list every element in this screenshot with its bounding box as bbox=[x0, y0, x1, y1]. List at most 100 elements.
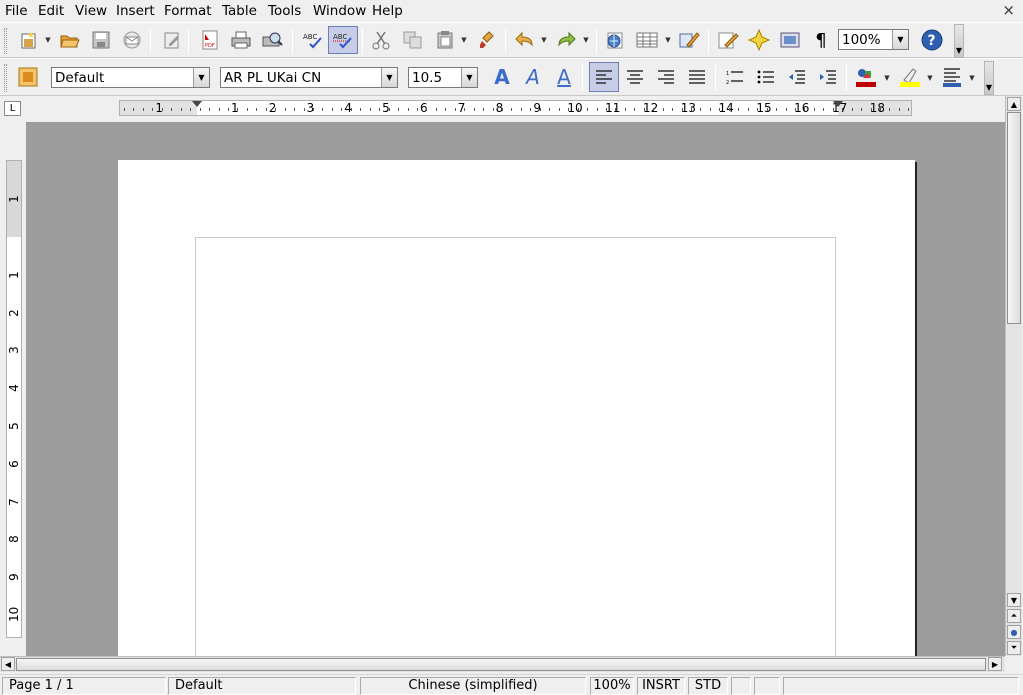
vertical-scrollbar[interactable]: ▲ ▼ ⏶ ● ⏷ bbox=[1005, 96, 1022, 656]
align-left-icon[interactable] bbox=[589, 62, 619, 92]
align-right-icon[interactable] bbox=[653, 64, 679, 90]
font-name-combo[interactable]: AR PL UKai CN ▼ bbox=[220, 67, 398, 88]
table-icon[interactable] bbox=[634, 27, 660, 53]
new-dropdown-icon[interactable]: ▼ bbox=[44, 30, 52, 50]
indent-marker-icon[interactable] bbox=[192, 101, 202, 107]
scroll-down-icon[interactable]: ▼ bbox=[1007, 593, 1021, 607]
ruler-tick bbox=[832, 108, 834, 111]
undo-dropdown-icon[interactable]: ▼ bbox=[540, 30, 548, 50]
font-name-dropdown-icon[interactable]: ▼ bbox=[381, 68, 397, 87]
font-size-dropdown-icon[interactable]: ▼ bbox=[461, 68, 477, 87]
background-color-icon[interactable] bbox=[939, 64, 965, 90]
font-color-icon[interactable] bbox=[853, 64, 879, 90]
open-icon[interactable] bbox=[57, 27, 83, 53]
paste-dropdown-icon[interactable]: ▼ bbox=[460, 30, 468, 50]
menu-edit[interactable]: Edit bbox=[38, 3, 64, 19]
bullets-icon[interactable] bbox=[753, 64, 779, 90]
ruler-number: 10 bbox=[567, 101, 583, 115]
paste-icon[interactable] bbox=[432, 27, 458, 53]
zoom-combo[interactable]: 100% ▼ bbox=[838, 29, 909, 50]
status-insert-mode[interactable]: INSRT bbox=[637, 677, 685, 695]
increase-indent-icon[interactable] bbox=[815, 64, 841, 90]
highlighting-icon[interactable] bbox=[897, 64, 923, 90]
status-zoom[interactable]: 100% bbox=[590, 677, 634, 695]
zoom-dropdown-icon[interactable]: ▼ bbox=[892, 30, 908, 49]
save-icon[interactable] bbox=[88, 27, 114, 53]
navigator-icon[interactable] bbox=[746, 27, 772, 53]
horizontal-scrollbar[interactable]: ◀ ▶ bbox=[0, 656, 1005, 672]
tab-stop-type-icon[interactable]: L bbox=[4, 101, 21, 116]
page-preview-icon[interactable] bbox=[259, 27, 285, 53]
status-page-style[interactable]: Default bbox=[168, 677, 356, 695]
spellcheck-icon[interactable]: ABC bbox=[300, 27, 326, 53]
next-page-icon[interactable]: ⏷ bbox=[1007, 641, 1021, 655]
export-pdf-icon[interactable]: PDF bbox=[197, 27, 223, 53]
menu-insert[interactable]: Insert bbox=[116, 3, 155, 19]
vertical-scroll-thumb[interactable] bbox=[1007, 112, 1021, 324]
status-digital-signature[interactable] bbox=[754, 677, 780, 695]
text-area[interactable] bbox=[195, 237, 836, 656]
formatting-toolbar: Default ▼ AR PL UKai CN ▼ 10.5 ▼ A A A 1… bbox=[0, 58, 1023, 96]
indent-marker-icon[interactable] bbox=[833, 101, 843, 107]
horizontal-ruler[interactable]: 1 1 2 3 4 5 6 7 8 9 10 11 12 13 14 15 16 17 18 bbox=[119, 100, 912, 116]
scroll-right-icon[interactable]: ▶ bbox=[988, 657, 1002, 671]
highlighting-dropdown-icon[interactable]: ▼ bbox=[926, 68, 934, 88]
toolbar-overflow-icon[interactable]: ▼ bbox=[984, 61, 994, 95]
font-size-combo[interactable]: 10.5 ▼ bbox=[408, 67, 478, 88]
decrease-indent-icon[interactable] bbox=[784, 64, 810, 90]
copy-icon[interactable] bbox=[400, 27, 426, 53]
redo-dropdown-icon[interactable]: ▼ bbox=[582, 30, 590, 50]
print-icon[interactable] bbox=[228, 27, 254, 53]
align-center-icon[interactable] bbox=[622, 64, 648, 90]
new-icon[interactable] bbox=[16, 27, 42, 53]
redo-icon[interactable] bbox=[553, 27, 579, 53]
format-paintbrush-icon[interactable] bbox=[474, 27, 500, 53]
edit-file-icon[interactable] bbox=[159, 27, 185, 53]
menu-file[interactable]: File bbox=[5, 3, 28, 19]
cut-icon[interactable] bbox=[368, 27, 394, 53]
numbering-icon[interactable]: 12 bbox=[722, 64, 748, 90]
italic-icon[interactable]: A bbox=[520, 64, 546, 90]
menu-view[interactable]: View bbox=[75, 3, 107, 19]
hyperlink-icon[interactable] bbox=[603, 27, 629, 53]
background-color-dropdown-icon[interactable]: ▼ bbox=[968, 68, 976, 88]
toolbar-grip[interactable] bbox=[4, 28, 7, 54]
gallery-icon[interactable] bbox=[777, 27, 803, 53]
document-page[interactable] bbox=[118, 160, 915, 656]
vertical-ruler[interactable]: 1 1 2 3 4 5 6 7 8 9 10 bbox=[6, 160, 22, 638]
status-selection-mode[interactable]: STD bbox=[688, 677, 728, 695]
ruler-tick bbox=[624, 108, 626, 111]
scroll-left-icon[interactable]: ◀ bbox=[1, 657, 15, 671]
toolbar-grip[interactable] bbox=[4, 64, 7, 92]
email-icon[interactable] bbox=[119, 27, 145, 53]
status-document-modified[interactable] bbox=[731, 677, 751, 695]
styles-formatting-icon[interactable] bbox=[15, 64, 41, 90]
paragraph-style-combo[interactable]: Default ▼ bbox=[51, 67, 210, 88]
find-replace-icon[interactable] bbox=[715, 27, 741, 53]
autospellcheck-icon[interactable]: ABC bbox=[328, 26, 358, 54]
close-document-icon[interactable]: × bbox=[1002, 1, 1015, 19]
navigation-icon[interactable]: ● bbox=[1007, 625, 1021, 639]
underline-icon[interactable]: A bbox=[551, 64, 577, 90]
font-color-dropdown-icon[interactable]: ▼ bbox=[883, 68, 891, 88]
formatting-marks-icon[interactable]: ¶ bbox=[808, 27, 834, 53]
menu-table[interactable]: Table bbox=[222, 3, 257, 19]
previous-page-icon[interactable]: ⏶ bbox=[1007, 609, 1021, 623]
table-dropdown-icon[interactable]: ▼ bbox=[664, 30, 672, 50]
status-language[interactable]: Chinese (simplified) bbox=[360, 677, 586, 695]
menu-format[interactable]: Format bbox=[164, 3, 212, 19]
undo-icon[interactable] bbox=[512, 27, 538, 53]
draw-functions-icon[interactable] bbox=[676, 27, 702, 53]
horizontal-scroll-thumb[interactable] bbox=[16, 658, 986, 671]
menu-window[interactable]: Window bbox=[313, 3, 366, 19]
ruler-tick bbox=[331, 108, 333, 111]
status-page-number[interactable]: Page 1 / 1 bbox=[2, 677, 166, 695]
help-icon[interactable]: ? bbox=[919, 27, 945, 53]
menu-help[interactable]: Help bbox=[372, 3, 403, 19]
justify-icon[interactable] bbox=[684, 64, 710, 90]
bold-icon[interactable]: A bbox=[489, 64, 515, 90]
toolbar-overflow-icon[interactable]: ▼ bbox=[954, 24, 964, 58]
paragraph-style-dropdown-icon[interactable]: ▼ bbox=[193, 68, 209, 87]
scroll-up-icon[interactable]: ▲ bbox=[1007, 97, 1021, 111]
menu-tools[interactable]: Tools bbox=[268, 3, 301, 19]
